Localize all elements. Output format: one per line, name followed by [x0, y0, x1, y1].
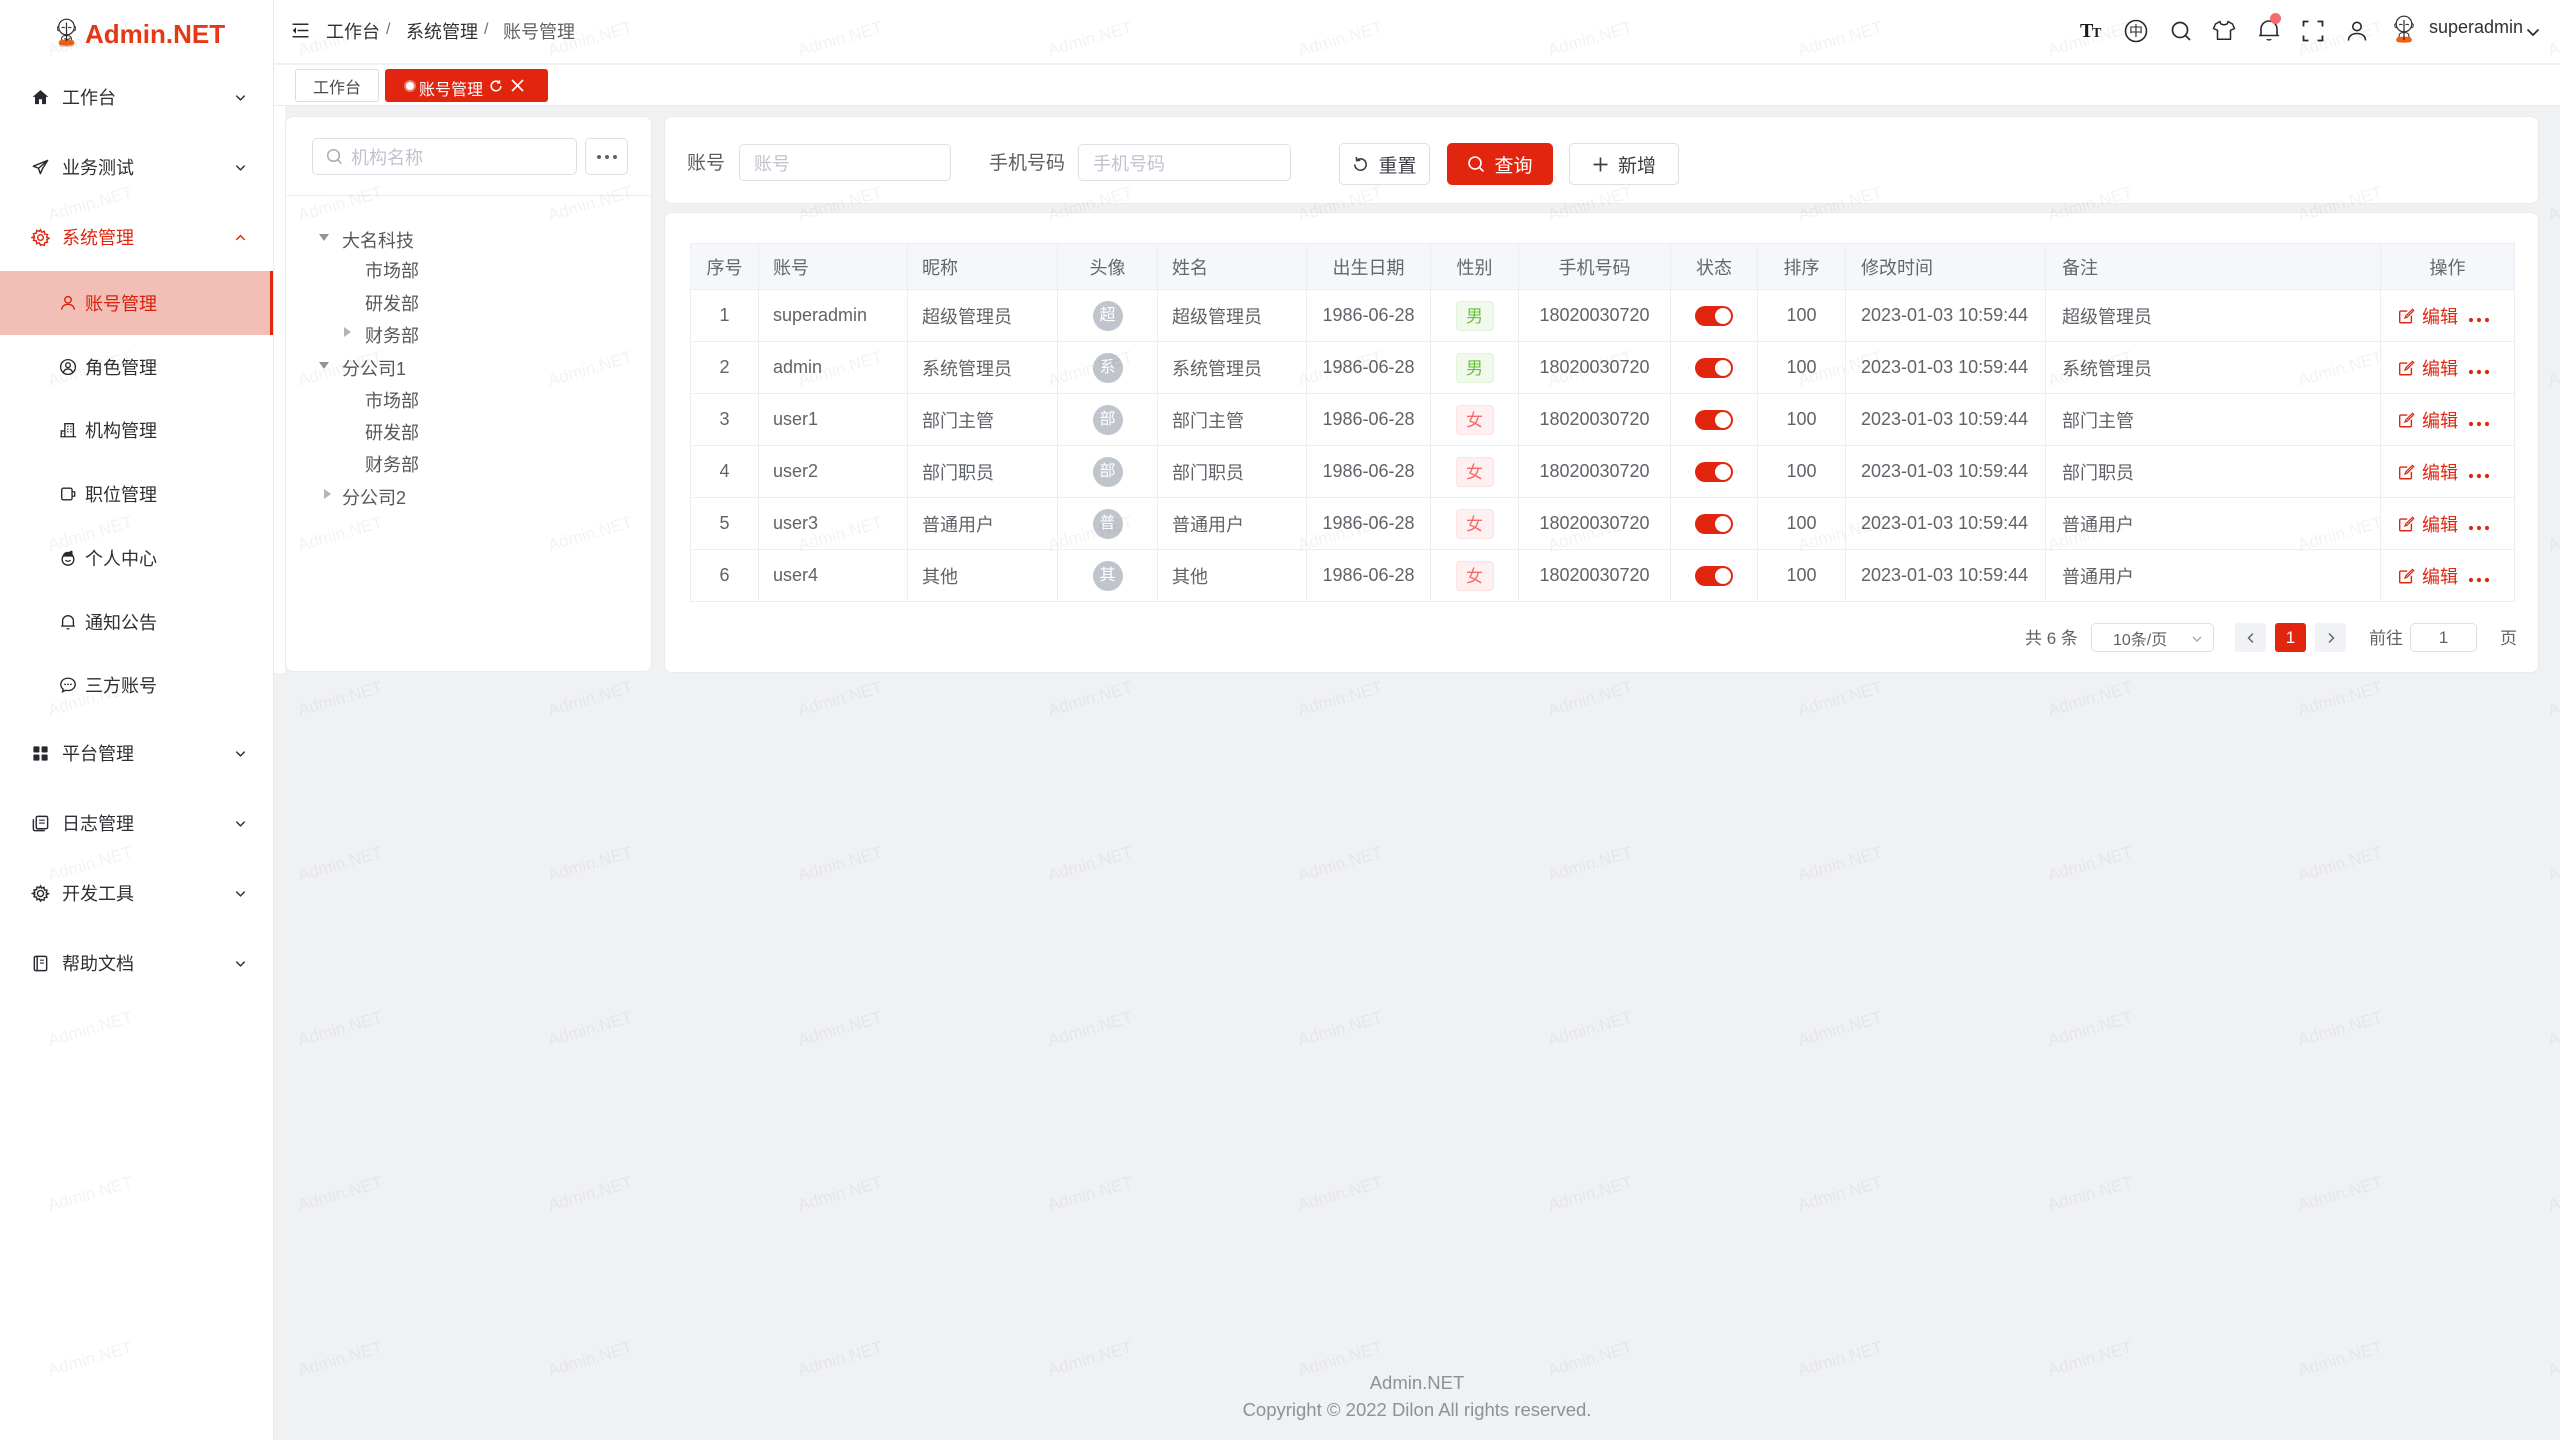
- svg-text:中: 中: [2129, 21, 2143, 41]
- svg-text:T: T: [2092, 26, 2102, 41]
